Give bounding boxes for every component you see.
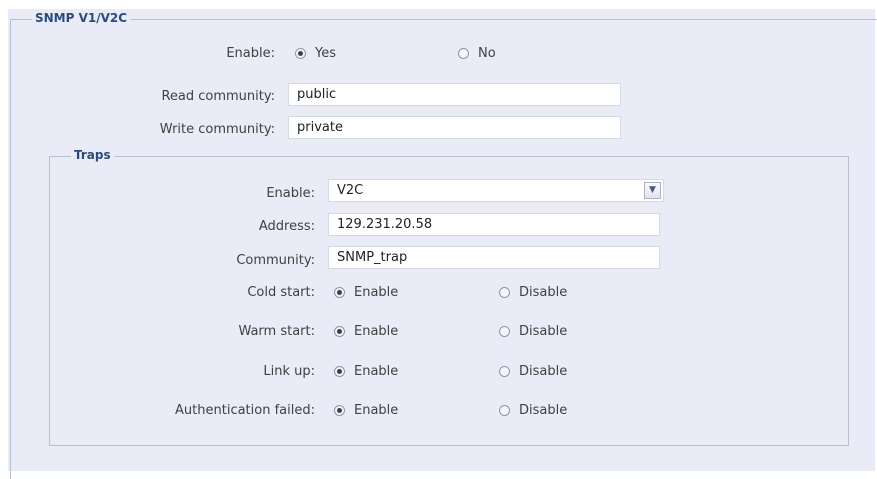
read-community-input[interactable]: public	[288, 83, 621, 106]
link-up-label: Link up:	[263, 364, 315, 379]
snmp-enable-no-label[interactable]: No	[478, 46, 496, 61]
traps-community-input[interactable]: SNMP_trap	[328, 246, 660, 269]
link-up-enable-radio[interactable]	[334, 366, 345, 377]
link-up-disable-label[interactable]: Disable	[519, 364, 567, 379]
auth-failed-enable-radio[interactable]	[334, 405, 345, 416]
snmp-enable-yes-label[interactable]: Yes	[315, 46, 336, 61]
snmp-enable-no-radio[interactable]	[458, 48, 469, 59]
traps-legend: Traps	[71, 148, 114, 162]
link-up-disable-radio[interactable]	[499, 366, 510, 377]
snmp-legend: SNMP V1/V2C	[32, 11, 131, 25]
cold-start-label: Cold start:	[247, 285, 315, 300]
snmp-enable-label: Enable:	[226, 46, 275, 61]
warm-start-label: Warm start:	[238, 324, 315, 339]
cold-start-enable-radio[interactable]	[334, 287, 345, 298]
write-community-label: Write community:	[159, 122, 275, 137]
auth-failed-label: Authentication failed:	[175, 403, 315, 418]
cold-start-disable-label[interactable]: Disable	[519, 285, 567, 300]
traps-address-label: Address:	[258, 219, 315, 234]
warm-start-enable-radio[interactable]	[334, 326, 345, 337]
warm-start-disable-label[interactable]: Disable	[519, 324, 567, 339]
traps-address-input[interactable]: 129.231.20.58	[328, 213, 660, 236]
traps-enable-select-value: V2C	[337, 183, 364, 198]
write-community-input[interactable]: private	[288, 116, 621, 139]
snmp-enable-yes-radio[interactable]	[295, 48, 306, 59]
auth-failed-enable-label[interactable]: Enable	[354, 403, 398, 418]
link-up-enable-label[interactable]: Enable	[354, 364, 398, 379]
traps-enable-select[interactable]: V2C ▼	[328, 179, 664, 202]
warm-start-disable-radio[interactable]	[499, 326, 510, 337]
chevron-down-icon[interactable]: ▼	[644, 182, 661, 199]
traps-enable-label: Enable:	[266, 186, 315, 201]
read-community-label: Read community:	[161, 89, 275, 104]
warm-start-enable-label[interactable]: Enable	[354, 324, 398, 339]
auth-failed-disable-radio[interactable]	[499, 405, 510, 416]
auth-failed-disable-label[interactable]: Disable	[519, 403, 567, 418]
cold-start-disable-radio[interactable]	[499, 287, 510, 298]
traps-community-label: Community:	[236, 253, 315, 268]
cold-start-enable-label[interactable]: Enable	[354, 285, 398, 300]
